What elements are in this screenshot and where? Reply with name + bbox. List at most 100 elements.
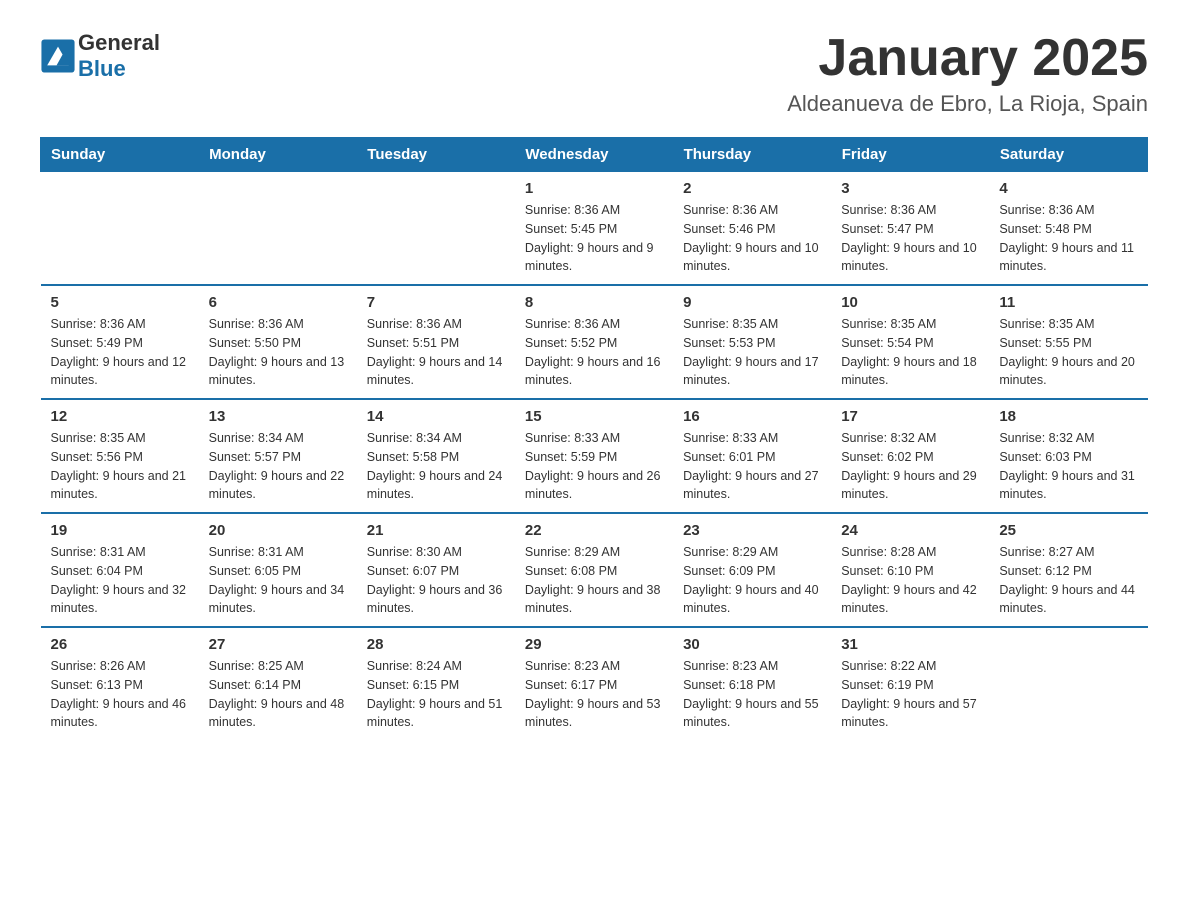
day-number: 5 [51,294,189,311]
weekday-header-monday: Monday [199,138,357,172]
day-info: Sunrise: 8:25 AMSunset: 6:14 PMDaylight:… [209,657,347,732]
weekday-header-sunday: Sunday [41,138,199,172]
calendar-cell: 15Sunrise: 8:33 AMSunset: 5:59 PMDayligh… [515,399,673,513]
calendar-cell [41,172,199,286]
calendar-cell: 3 Sunrise: 8:36 AMSunset: 5:47 PMDaylight… [831,172,989,286]
day-number: 22 [525,522,663,539]
day-number: 23 [683,522,821,539]
day-info: Sunrise: 8:35 AMSunset: 5:54 PMDaylight:… [841,315,979,390]
day-number: 9 [683,294,821,311]
day-number: 26 [51,636,189,653]
calendar-week-row: 19 Sunrise: 8:31 AMSunset: 6:04 PMDayligh… [41,513,1148,627]
calendar-cell: 13 Sunrise: 8:34 AMSunset: 5:57 PMDayligh… [199,399,357,513]
day-info: Sunrise: 8:36 AMSunset: 5:49 PMDaylight:… [51,315,189,390]
day-info: Sunrise: 8:23 AMSunset: 6:17 PMDaylight:… [525,657,663,732]
day-number: 4 [999,180,1137,197]
calendar-cell [357,172,515,286]
weekday-header-friday: Friday [831,138,989,172]
calendar-cell: 12Sunrise: 8:35 AMSunset: 5:56 PMDayligh… [41,399,199,513]
day-number: 7 [367,294,505,311]
calendar-cell: 30 Sunrise: 8:23 AMSunset: 6:18 PMDayligh… [673,627,831,740]
calendar-cell: 9 Sunrise: 8:35 AMSunset: 5:53 PMDaylight… [673,285,831,399]
day-number: 11 [999,294,1137,311]
logo-icon [40,38,76,74]
weekday-header-saturday: Saturday [989,138,1147,172]
calendar-cell: 20 Sunrise: 8:31 AMSunset: 6:05 PMDayligh… [199,513,357,627]
day-number: 12 [51,408,189,425]
day-info: Sunrise: 8:32 AMSunset: 6:02 PMDaylight:… [841,429,979,504]
day-number: 30 [683,636,821,653]
calendar-cell: 7 Sunrise: 8:36 AMSunset: 5:51 PMDaylight… [357,285,515,399]
day-number: 18 [999,408,1137,425]
day-info: Sunrise: 8:22 AMSunset: 6:19 PMDaylight:… [841,657,979,732]
page-header: General Blue January 2025 Aldeanueva de … [40,30,1148,117]
day-info: Sunrise: 8:32 AMSunset: 6:03 PMDaylight:… [999,429,1137,504]
calendar-cell: 18 Sunrise: 8:32 AMSunset: 6:03 PMDayligh… [989,399,1147,513]
day-number: 31 [841,636,979,653]
title-area: January 2025 Aldeanueva de Ebro, La Rioj… [787,30,1148,117]
day-info: Sunrise: 8:34 AMSunset: 5:57 PMDaylight:… [209,429,347,504]
calendar-cell: 11 Sunrise: 8:35 AMSunset: 5:55 PMDayligh… [989,285,1147,399]
calendar-cell: 21 Sunrise: 8:30 AMSunset: 6:07 PMDayligh… [357,513,515,627]
weekday-header-tuesday: Tuesday [357,138,515,172]
day-info: Sunrise: 8:36 AMSunset: 5:47 PMDaylight:… [841,201,979,276]
day-info: Sunrise: 8:36 AMSunset: 5:52 PMDaylight:… [525,315,663,390]
location-title: Aldeanueva de Ebro, La Rioja, Spain [787,91,1148,117]
calendar-table: SundayMondayTuesdayWednesdayThursdayFrid… [40,137,1148,740]
day-number: 3 [841,180,979,197]
calendar-cell [989,627,1147,740]
calendar-cell: 16Sunrise: 8:33 AMSunset: 6:01 PMDayligh… [673,399,831,513]
calendar-week-row: 5 Sunrise: 8:36 AMSunset: 5:49 PMDaylight… [41,285,1148,399]
day-info: Sunrise: 8:31 AMSunset: 6:04 PMDaylight:… [51,543,189,618]
day-number: 10 [841,294,979,311]
day-info: Sunrise: 8:29 AMSunset: 6:09 PMDaylight:… [683,543,821,618]
calendar-cell: 4 Sunrise: 8:36 AMSunset: 5:48 PMDaylight… [989,172,1147,286]
calendar-week-row: 26Sunrise: 8:26 AMSunset: 6:13 PMDayligh… [41,627,1148,740]
calendar-cell: 29 Sunrise: 8:23 AMSunset: 6:17 PMDayligh… [515,627,673,740]
logo: General Blue [40,30,160,83]
day-number: 17 [841,408,979,425]
day-number: 25 [999,522,1137,539]
day-info: Sunrise: 8:36 AMSunset: 5:48 PMDaylight:… [999,201,1137,276]
day-number: 27 [209,636,347,653]
calendar-cell: 6Sunrise: 8:36 AMSunset: 5:50 PMDaylight… [199,285,357,399]
logo-text: General Blue [78,30,160,83]
day-info: Sunrise: 8:36 AMSunset: 5:45 PMDaylight:… [525,201,663,276]
day-number: 28 [367,636,505,653]
calendar-cell: 27 Sunrise: 8:25 AMSunset: 6:14 PMDayligh… [199,627,357,740]
day-number: 8 [525,294,663,311]
calendar-body: 1 Sunrise: 8:36 AMSunset: 5:45 PMDaylight… [41,172,1148,741]
day-info: Sunrise: 8:33 AMSunset: 5:59 PMDaylight:… [525,429,663,504]
day-number: 21 [367,522,505,539]
day-number: 14 [367,408,505,425]
calendar-cell: 25 Sunrise: 8:27 AMSunset: 6:12 PMDayligh… [989,513,1147,627]
day-info: Sunrise: 8:35 AMSunset: 5:53 PMDaylight:… [683,315,821,390]
calendar-cell: 5 Sunrise: 8:36 AMSunset: 5:49 PMDaylight… [41,285,199,399]
day-info: Sunrise: 8:30 AMSunset: 6:07 PMDaylight:… [367,543,505,618]
day-info: Sunrise: 8:33 AMSunset: 6:01 PMDaylight:… [683,429,821,504]
day-info: Sunrise: 8:28 AMSunset: 6:10 PMDaylight:… [841,543,979,618]
day-number: 13 [209,408,347,425]
calendar-cell: 26Sunrise: 8:26 AMSunset: 6:13 PMDayligh… [41,627,199,740]
calendar-week-row: 12Sunrise: 8:35 AMSunset: 5:56 PMDayligh… [41,399,1148,513]
day-number: 1 [525,180,663,197]
calendar-cell: 10 Sunrise: 8:35 AMSunset: 5:54 PMDayligh… [831,285,989,399]
day-number: 29 [525,636,663,653]
day-info: Sunrise: 8:36 AMSunset: 5:51 PMDaylight:… [367,315,505,390]
calendar-cell: 17 Sunrise: 8:32 AMSunset: 6:02 PMDayligh… [831,399,989,513]
day-number: 20 [209,522,347,539]
calendar-header: SundayMondayTuesdayWednesdayThursdayFrid… [41,138,1148,172]
day-number: 2 [683,180,821,197]
day-info: Sunrise: 8:31 AMSunset: 6:05 PMDaylight:… [209,543,347,618]
weekday-header-wednesday: Wednesday [515,138,673,172]
logo-blue: Blue [78,56,126,81]
calendar-cell: 31 Sunrise: 8:22 AMSunset: 6:19 PMDayligh… [831,627,989,740]
day-number: 19 [51,522,189,539]
weekday-header-thursday: Thursday [673,138,831,172]
day-info: Sunrise: 8:27 AMSunset: 6:12 PMDaylight:… [999,543,1137,618]
day-info: Sunrise: 8:23 AMSunset: 6:18 PMDaylight:… [683,657,821,732]
day-info: Sunrise: 8:35 AMSunset: 5:55 PMDaylight:… [999,315,1137,390]
calendar-cell: 1 Sunrise: 8:36 AMSunset: 5:45 PMDaylight… [515,172,673,286]
calendar-cell: 22Sunrise: 8:29 AMSunset: 6:08 PMDayligh… [515,513,673,627]
calendar-cell: 19 Sunrise: 8:31 AMSunset: 6:04 PMDayligh… [41,513,199,627]
